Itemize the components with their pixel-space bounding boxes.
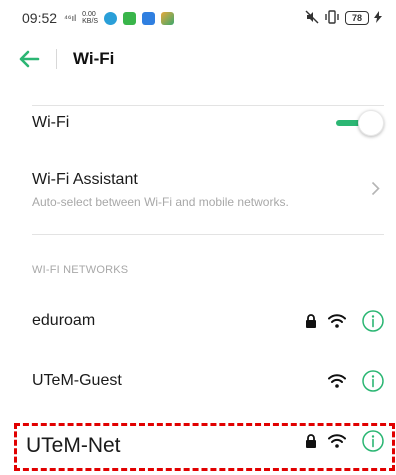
network-name: eduroam — [32, 312, 96, 329]
wifi-assistant-title: Wi-Fi Assistant — [32, 171, 138, 188]
status-time: 09:52 — [22, 10, 58, 26]
wifi-signal-icon — [328, 314, 346, 328]
net-speed: 0.00 KB/S — [82, 11, 98, 25]
net-speed-unit: KB/S — [82, 18, 99, 25]
network-icons — [328, 370, 384, 392]
header-divider — [56, 49, 57, 69]
lock-icon — [306, 314, 316, 328]
wifi-assistant-row[interactable]: Wi-Fi Assistant Auto-select between Wi-F… — [0, 162, 396, 218]
divider — [32, 234, 384, 235]
info-icon[interactable] — [362, 370, 384, 392]
arrow-left-icon — [19, 50, 40, 68]
network-name: UTeM-Guest — [32, 372, 122, 389]
wifi-signal-icon — [328, 374, 346, 388]
page-title: Wi-Fi — [73, 49, 115, 68]
status-bar: 09:52 ⁴⁶ıl 0.00 KB/S 78 — [0, 0, 396, 36]
chevron-right-icon — [371, 180, 380, 200]
toggle-knob — [358, 110, 384, 136]
telegram-icon — [104, 11, 118, 25]
net-speed-value: 0.00 — [82, 11, 96, 18]
info-icon[interactable] — [362, 310, 384, 332]
wifi-label: Wi-Fi — [32, 114, 70, 131]
signal-icon: ⁴⁶ıl — [64, 12, 77, 23]
title-bar: Wi-Fi — [0, 36, 396, 82]
highlight-box — [14, 423, 395, 471]
network-row-utem-guest[interactable]: UTeM-Guest — [0, 360, 396, 402]
whatsapp-icon — [123, 11, 137, 25]
wifi-assistant-text: Wi-Fi Assistant Auto-select between Wi-F… — [32, 171, 289, 209]
status-left: 09:52 ⁴⁶ıl 0.00 KB/S — [22, 10, 175, 26]
status-right: 78 — [305, 9, 382, 27]
wifi-toggle-row[interactable]: Wi-Fi — [0, 102, 396, 144]
vibrate-icon — [324, 9, 340, 27]
battery-icon: 78 — [345, 11, 369, 25]
back-button[interactable] — [18, 43, 50, 75]
messenger-icon — [142, 11, 156, 25]
wifi-networks-header: WI-FI NETWORKS — [32, 264, 129, 276]
mute-icon — [305, 10, 319, 27]
network-row-eduroam[interactable]: eduroam — [0, 300, 396, 342]
charging-icon — [374, 10, 382, 26]
network-icons — [305, 310, 384, 332]
wifi-toggle-switch[interactable] — [334, 110, 384, 136]
wifi-assistant-subtitle: Auto-select between Wi-Fi and mobile net… — [32, 195, 289, 209]
tiktok-icon — [161, 11, 175, 25]
